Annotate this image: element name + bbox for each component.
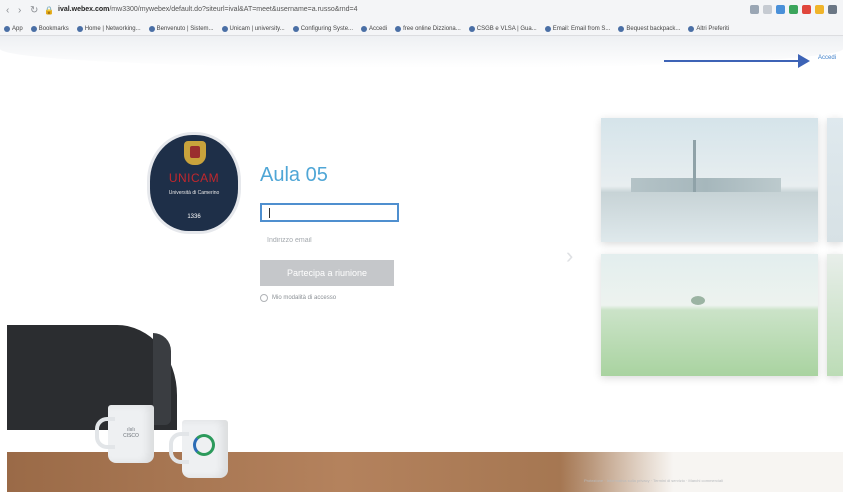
bookmark-item[interactable]: free online Dizziona... [395,25,461,32]
bookmark-item[interactable]: Unicam | university... [221,25,285,32]
webex-mug-image [169,420,228,478]
webex-logo [193,434,215,456]
extension-icon[interactable] [776,5,785,14]
back-icon[interactable]: ‹ [6,5,9,17]
extension-icons [750,5,837,14]
extension-icon[interactable] [802,5,811,14]
bookmark-icon [221,25,228,32]
remember-option[interactable]: Mio modalità di accesso [260,294,336,302]
url-field[interactable]: ival.webex.com/mw3300/mywebex/default.do… [58,6,357,13]
bookmark-icon [30,25,37,32]
join-meeting-button[interactable]: Partecipa a riunione [260,260,394,286]
bookmark-icon [292,25,299,32]
profile-icon[interactable] [828,5,837,14]
bookmark-item[interactable]: App [4,25,23,32]
forward-icon[interactable]: › [18,5,21,17]
meeting-title: Aula 05 [260,164,328,186]
bookmark-icon [148,25,155,32]
radio-icon[interactable] [260,294,268,302]
bookmark-item[interactable]: Bookmarks [30,25,69,32]
remember-label: Mio modalità di accesso [272,295,337,301]
tree [691,296,705,305]
extension-icon[interactable] [789,5,798,14]
extension-icon[interactable] [815,5,824,14]
side-image [827,118,843,242]
bookmark-item[interactable]: CSGB e VLSA | Gua... [468,25,537,32]
signin-link[interactable]: Accedi [818,55,836,61]
unicam-logo: UNICAM Università di Camerino 1336 [150,135,238,231]
bookmark-item[interactable]: Home | Networking... [76,25,141,32]
header-band [0,36,843,68]
chevron-right-icon[interactable]: › [566,243,573,269]
bookmark-icon [468,25,475,32]
logo-name: UNICAM [168,171,220,185]
side-image [827,254,843,376]
browser-address-bar: ‹ › ↻ 🔒 ival.webex.com/mw3300/mywebex/de… [0,0,843,23]
folder-icon [688,25,695,32]
cisco-mug-image: ılıılı CISCO [95,405,154,463]
bookmarks-bar: App Bookmarks Home | Networking... Benve… [0,22,843,36]
bookmark-item[interactable]: Bequest backpack... [618,25,680,32]
bookmark-icon [618,25,625,32]
logo-subtitle: Università di Camerino [168,190,220,196]
bookmark-icon [4,25,10,32]
desk-fade [560,452,843,492]
logo-year: 1336 [187,214,201,220]
bookmark-icon [76,25,83,32]
footer-links[interactable]: Protezione · Informativa sulla privacy ·… [584,478,723,483]
city-skyline-image [601,118,818,242]
skyline [631,178,781,192]
bookmark-icon [361,25,368,32]
bookmark-item[interactable]: Accedi [361,25,387,32]
bookmark-item[interactable]: Email: Email from S... [544,25,610,32]
tower [693,140,696,192]
extension-icon[interactable] [763,5,772,14]
name-input[interactable] [260,203,399,222]
annotation-arrow [664,54,810,68]
email-input[interactable] [260,231,399,250]
field-image [601,254,818,376]
bookmark-icon [395,25,402,32]
bookmark-item[interactable]: Configuring Syste... [292,25,353,32]
extension-icon[interactable] [750,5,759,14]
bookmark-icon [544,25,551,32]
lock-icon: 🔒 [44,6,54,15]
crest-icon [184,141,206,165]
reload-icon[interactable]: ↻ [30,5,38,17]
bookmark-item[interactable]: Benvenuto | Sistem... [148,25,214,32]
cisco-logo: ılıılı CISCO [123,427,139,439]
bookmark-item[interactable]: Altri Preferiti [688,25,729,32]
